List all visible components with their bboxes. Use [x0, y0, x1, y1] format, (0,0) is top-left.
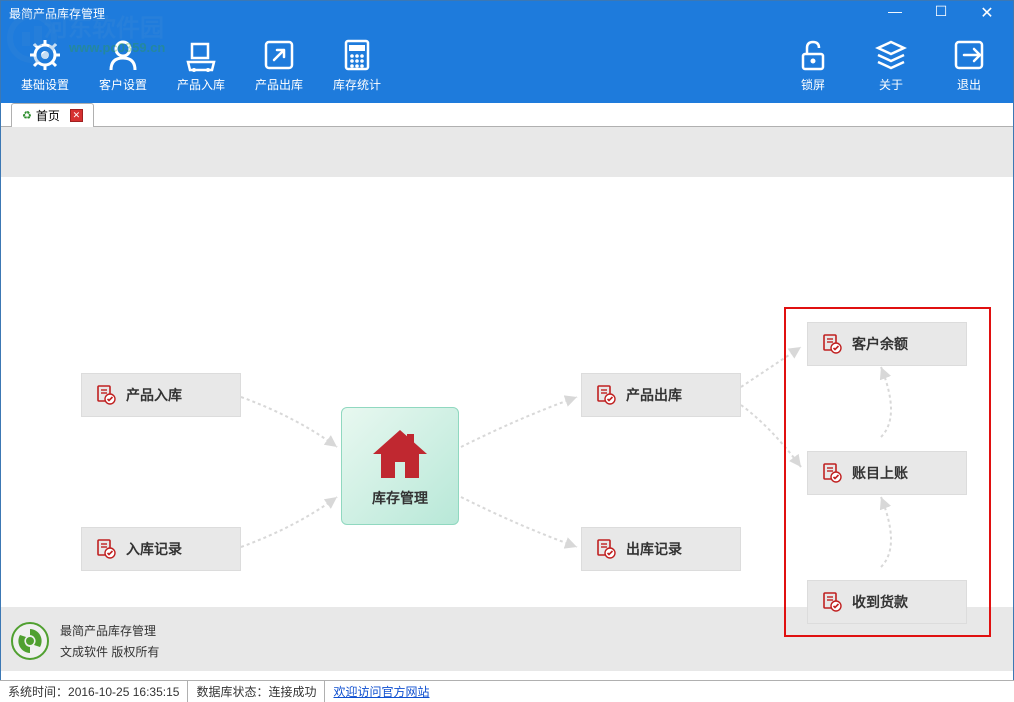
person-icon [104, 36, 142, 74]
product-out-node[interactable]: 产品出库 [581, 373, 741, 417]
close-button[interactable]: ✕ [973, 3, 1001, 23]
doc-check-icon [96, 385, 116, 405]
home-icon [365, 424, 435, 484]
customer-settings-button[interactable]: 客户设置 [95, 36, 151, 93]
basic-settings-button[interactable]: 基础设置 [17, 36, 73, 93]
tab-home[interactable]: ♻ 首页 ✕ [11, 103, 94, 127]
calculator-icon [338, 36, 376, 74]
system-time-label: 系统时间： [8, 683, 68, 700]
tool-label: 库存统计 [333, 76, 381, 93]
official-site-link[interactable]: 欢迎访问官方网站 [333, 683, 429, 700]
maximize-button[interactable]: ☐ [927, 3, 955, 23]
in-record-node[interactable]: 入库记录 [81, 527, 241, 571]
footer-line2: 文成软件 版权所有 [60, 643, 159, 660]
exit-icon [950, 36, 988, 74]
main-toolbar: 基础设置 客户设置 产品入库 产品出库 库存统计 [1, 25, 1013, 103]
doc-check-icon [822, 592, 842, 612]
about-button[interactable]: 关于 [863, 36, 919, 93]
product-in-node[interactable]: 产品入库 [81, 373, 241, 417]
inventory-stats-button[interactable]: 库存统计 [329, 36, 385, 93]
gear-icon [26, 36, 64, 74]
system-time-value: 2016-10-25 16:35:15 [68, 685, 179, 699]
tab-strip: ♻ 首页 ✕ [1, 103, 1013, 127]
node-label: 出库记录 [626, 539, 682, 559]
inventory-mgmt-node[interactable]: 库存管理 [341, 407, 459, 525]
tab-close-button[interactable]: ✕ [70, 109, 83, 122]
tab-label: 首页 [36, 107, 60, 124]
product-out-button[interactable]: 产品出库 [251, 36, 307, 93]
lock-screen-button[interactable]: 锁屏 [785, 36, 841, 93]
doc-check-icon [96, 539, 116, 559]
titlebar: 最简产品库存管理 — ☐ ✕ [1, 1, 1013, 25]
statusbar: 系统时间： 2016-10-25 16:35:15 数据库状态： 连接成功 欢迎… [0, 680, 1014, 702]
lock-icon [794, 36, 832, 74]
window-title: 最简产品库存管理 [9, 5, 105, 22]
footer-line1: 最简产品库存管理 [60, 622, 159, 639]
out-record-node[interactable]: 出库记录 [581, 527, 741, 571]
node-label: 产品出库 [626, 385, 682, 405]
node-label: 账目上账 [852, 463, 908, 483]
tool-label: 退出 [957, 76, 981, 93]
doc-check-icon [596, 539, 616, 559]
minimize-button[interactable]: — [881, 3, 909, 23]
tool-label: 客户设置 [99, 76, 147, 93]
node-label: 收到货款 [852, 592, 908, 612]
tool-label: 产品出库 [255, 76, 303, 93]
node-label: 产品入库 [126, 385, 182, 405]
customer-balance-node[interactable]: 客户余额 [807, 322, 967, 366]
tool-label: 关于 [879, 76, 903, 93]
arrow-out-icon [260, 36, 298, 74]
doc-check-icon [596, 385, 616, 405]
cart-in-icon [182, 36, 220, 74]
doc-check-icon [822, 334, 842, 354]
node-label: 入库记录 [126, 539, 182, 559]
tool-label: 基础设置 [21, 76, 69, 93]
tool-label: 产品入库 [177, 76, 225, 93]
account-post-node[interactable]: 账目上账 [807, 451, 967, 495]
tool-label: 锁屏 [801, 76, 825, 93]
refresh-icon: ♻ [22, 109, 32, 122]
content-area: 产品入库 入库记录 库存管理 产品出库 出库记录 客户余额 [1, 127, 1013, 671]
exit-button[interactable]: 退出 [941, 36, 997, 93]
payment-received-node[interactable]: 收到货款 [807, 580, 967, 624]
footer-info: 最简产品库存管理 文成软件 版权所有 [10, 612, 159, 670]
db-status-value: 连接成功 [268, 683, 316, 700]
doc-check-icon [822, 463, 842, 483]
db-status-label: 数据库状态： [196, 683, 268, 700]
node-label: 客户余额 [852, 334, 908, 354]
product-in-button[interactable]: 产品入库 [173, 36, 229, 93]
app-logo-icon [10, 621, 50, 661]
node-label: 库存管理 [372, 488, 428, 508]
layers-icon [872, 36, 910, 74]
